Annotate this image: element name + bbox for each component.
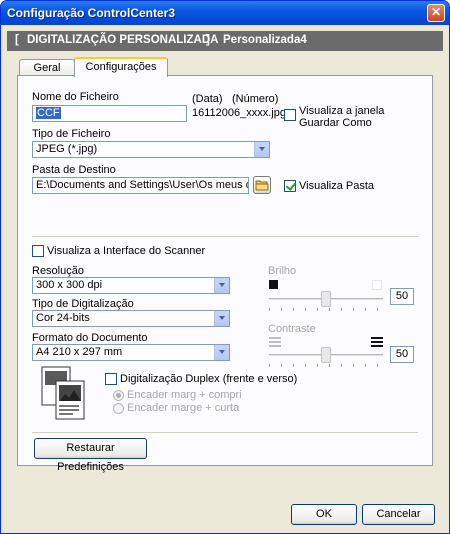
light-square-icon xyxy=(372,280,382,290)
close-button[interactable]: ✕ xyxy=(427,4,445,22)
low-contrast-icon xyxy=(269,337,281,347)
show-folder-label: Visualiza Pasta xyxy=(299,180,375,192)
settings-dialog: Configuração ControlCenter3 ✕ [ DIGITALI… xyxy=(0,0,450,534)
contrast-slider[interactable] xyxy=(321,347,331,363)
header-bracket-open: [ xyxy=(15,34,19,46)
destination-folder-input[interactable]: E:\Documents and Settings\User\Os meus d… xyxy=(32,177,249,194)
duplex-long-edge-radio[interactable] xyxy=(113,390,124,401)
duplex-short-edge-label: Encader marge + curta xyxy=(127,402,240,414)
contrast-ticks xyxy=(269,364,384,367)
resolution-label: Resolução xyxy=(32,265,84,277)
scanner-interface-label: Visualiza a Interface do Scanner xyxy=(47,245,206,257)
show-folder-checkbox[interactable] xyxy=(284,180,296,192)
duplex-checkbox[interactable] xyxy=(105,373,117,385)
tab-configuracoes[interactable]: Configurações xyxy=(74,57,168,77)
brightness-slider[interactable] xyxy=(321,291,331,307)
contrast-value[interactable]: 50 xyxy=(390,346,414,363)
file-name-example: 16112006_xxxx.jpg xyxy=(192,107,286,119)
settings-panel: Nome do Ficheiro CCF (Data) (Número) 161… xyxy=(17,75,433,473)
ok-button[interactable]: OK xyxy=(291,504,357,525)
brightness-value[interactable]: 50 xyxy=(390,288,414,305)
contrast-label: Contraste xyxy=(268,323,316,335)
file-name-label: Nome do Ficheiro xyxy=(32,91,119,103)
scan-type-select[interactable]: Cor 24-bits xyxy=(32,310,230,327)
chevron-down-icon xyxy=(214,278,229,293)
chevron-down-icon xyxy=(254,142,269,157)
brightness-label: Brilho xyxy=(268,265,297,277)
high-contrast-icon xyxy=(371,337,383,347)
scanner-interface-checkbox[interactable] xyxy=(32,245,44,257)
resolution-select[interactable]: 300 x 300 dpi xyxy=(32,277,230,294)
tab-label: Configurações xyxy=(85,61,157,73)
document-size-select[interactable]: A4 210 x 297 mm xyxy=(32,344,230,361)
folder-icon xyxy=(255,180,269,191)
brightness-ticks xyxy=(269,308,384,311)
divider xyxy=(32,236,418,238)
duplex-short-edge-radio[interactable] xyxy=(113,403,124,414)
cancel-button[interactable]: Cancelar xyxy=(362,504,435,525)
number-label: (Número) xyxy=(232,93,279,105)
scan-type-value: Cor 24-bits xyxy=(36,312,90,324)
window-title: Configuração ControlCenter3 xyxy=(7,6,176,20)
chevron-down-icon xyxy=(214,345,229,360)
chevron-down-icon xyxy=(214,311,229,326)
destination-folder-label: Pasta de Destino xyxy=(32,164,116,176)
duplex-long-edge-label: Encader marg + compri xyxy=(127,389,242,401)
divider xyxy=(32,432,418,434)
header-bracket-close: ] xyxy=(206,34,210,46)
duplex-label: Digitalização Duplex (frente e verso) xyxy=(120,373,298,385)
save-as-window-label: Visualiza a janela Guardar Como xyxy=(299,105,385,129)
date-label: (Data) xyxy=(192,93,223,105)
title-bar[interactable]: Configuração ControlCenter3 ✕ xyxy=(1,1,449,25)
scan-type-label: Tipo de Digitalização xyxy=(32,298,134,310)
restore-defaults-button[interactable]: Restaurar Predefinições xyxy=(34,438,147,473)
browse-folder-button[interactable] xyxy=(253,176,271,194)
save-as-window-checkbox[interactable] xyxy=(284,109,296,121)
file-type-select[interactable]: JPEG (*.jpg) xyxy=(32,141,270,158)
file-type-value: JPEG (*.jpg) xyxy=(36,143,98,155)
section-header: [ DIGITALIZAÇÃO PERSONALIZADA ] Personal… xyxy=(7,31,443,51)
tab-label: Geral xyxy=(33,62,61,74)
resolution-value: 300 x 300 dpi xyxy=(36,279,103,291)
document-size-value: A4 210 x 297 mm xyxy=(36,346,123,358)
duplex-pages-icon xyxy=(41,366,85,420)
file-name-value: CCF xyxy=(36,107,61,119)
document-size-label: Formato do Documento xyxy=(32,332,148,344)
close-icon: ✕ xyxy=(430,5,442,19)
header-profile-name: Personalizada4 xyxy=(223,34,307,46)
dark-square-icon xyxy=(269,280,278,289)
file-type-label: Tipo de Ficheiro xyxy=(32,128,111,140)
destination-folder-value: E:\Documents and Settings\User\Os meus d… xyxy=(36,179,248,191)
file-name-input[interactable]: CCF xyxy=(32,105,187,122)
header-section-title: DIGITALIZAÇÃO PERSONALIZADA xyxy=(27,34,219,46)
